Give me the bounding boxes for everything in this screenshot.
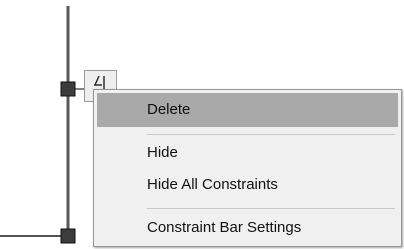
menu-item-constraint-bar-settings[interactable]: Constraint Bar Settings xyxy=(97,211,398,245)
menu-separator xyxy=(147,134,395,135)
context-menu: Delete Hide Hide All Constraints Constra… xyxy=(93,89,402,247)
menu-item-hide-all-constraints[interactable]: Hide All Constraints xyxy=(97,168,398,202)
menu-item-delete[interactable]: Delete xyxy=(97,93,398,127)
square-grip-icon[interactable] xyxy=(60,81,76,97)
menu-item-hide[interactable]: Hide xyxy=(97,136,398,170)
square-grip-icon[interactable] xyxy=(60,228,76,244)
menu-separator xyxy=(147,208,395,209)
